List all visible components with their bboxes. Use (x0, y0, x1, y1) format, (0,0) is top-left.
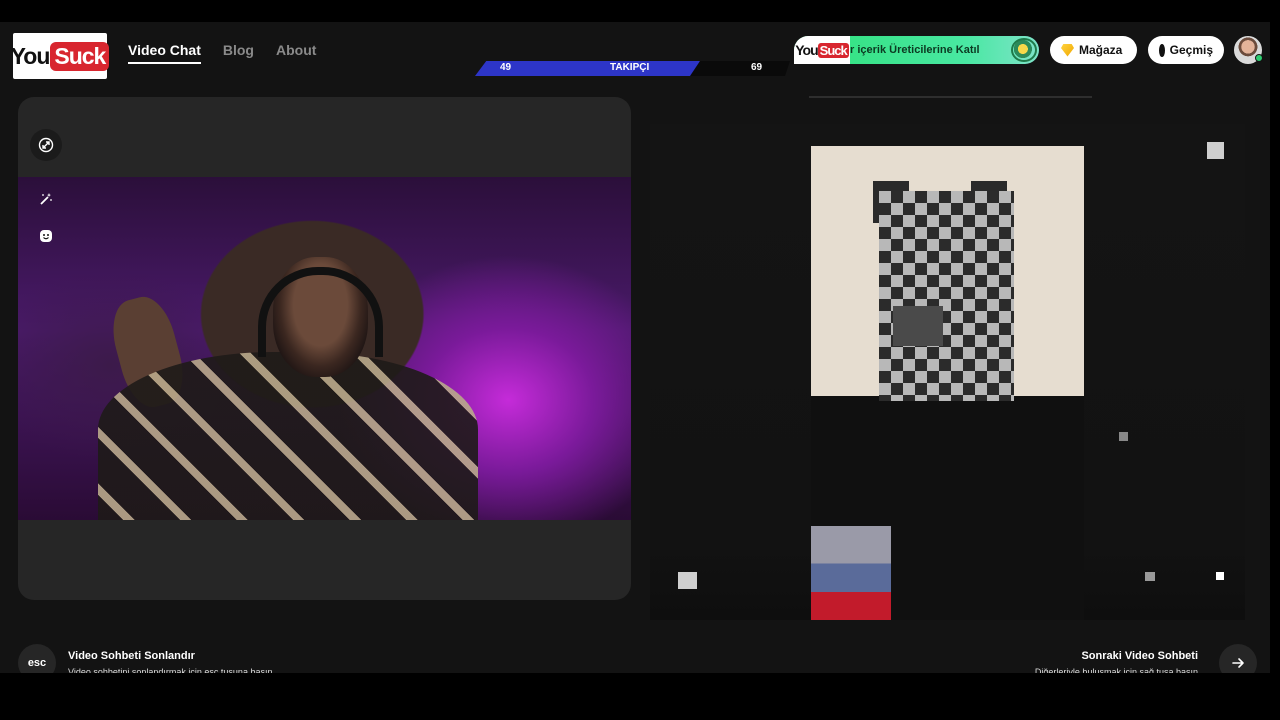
history-button[interactable]: Geçmiş (1148, 36, 1224, 64)
creator-join-banner[interactable]: You Suck r içerik Üreticilerine Katıl (794, 36, 1039, 64)
expand-button[interactable] (30, 129, 62, 161)
logo-text-you: You (10, 42, 51, 69)
gem-icon (1061, 43, 1074, 57)
next-chat-title: Sonraki Video Sohbeti (1081, 650, 1198, 662)
pixel-artifact (1145, 572, 1155, 581)
effects-button[interactable] (30, 183, 62, 215)
magic-wand-icon (40, 193, 52, 205)
banner-decoration-icon (1011, 38, 1037, 62)
partner-flag (811, 526, 891, 620)
pixel-artifact (1207, 142, 1224, 159)
video-headset (258, 267, 383, 357)
emoji-icon (40, 230, 52, 242)
nav-about[interactable]: About (276, 42, 316, 64)
self-video-feed (18, 177, 631, 520)
yousuck-logo[interactable]: You Suck (10, 33, 110, 79)
app-window: You Suck Video Chat Blog About 49 TAKIPÇ… (0, 22, 1270, 682)
pixel-artifact (1119, 432, 1128, 441)
logo-text-suck: Suck (50, 41, 110, 71)
creator-banner-text: r içerik Üreticilerine Katıl (850, 44, 980, 56)
end-chat-title: Video Sohbeti Sonlandır (68, 650, 195, 662)
follower-count-right: 69 (751, 62, 763, 73)
partner-mask-snout (893, 306, 943, 346)
follower-bar-rest (690, 61, 790, 76)
history-label: Geçmiş (1169, 43, 1213, 57)
clock-icon (1159, 43, 1166, 57)
nav-video-chat[interactable]: Video Chat (128, 42, 201, 64)
banner-logo-you: You (795, 42, 818, 58)
banner-logo-suck: Suck (817, 42, 849, 58)
expand-icon (38, 137, 54, 153)
self-video-panel (18, 97, 631, 600)
store-label: Mağaza (1079, 43, 1123, 57)
store-button[interactable]: Mağaza (1050, 36, 1137, 64)
online-status-dot (1255, 54, 1263, 62)
video-person-body (98, 352, 478, 520)
nav-blog[interactable]: Blog (223, 42, 254, 64)
follower-label: TAKIPÇI (610, 62, 650, 73)
partner-progress-line (809, 96, 1092, 98)
follower-count-left: 49 (500, 62, 512, 73)
main-nav: Video Chat Blog About (128, 42, 316, 64)
partner-video-feed (811, 146, 1084, 620)
letterbox-bottom (0, 673, 1280, 720)
pixel-artifact (1216, 572, 1224, 580)
banner-logo: You Suck (794, 36, 850, 64)
pixel-artifact (678, 572, 697, 589)
partner-pixelated-mask (879, 191, 1014, 401)
arrow-right-icon (1232, 658, 1244, 668)
emoji-button[interactable] (30, 220, 62, 252)
follower-bar: 49 TAKIPÇI 69 (475, 61, 790, 76)
